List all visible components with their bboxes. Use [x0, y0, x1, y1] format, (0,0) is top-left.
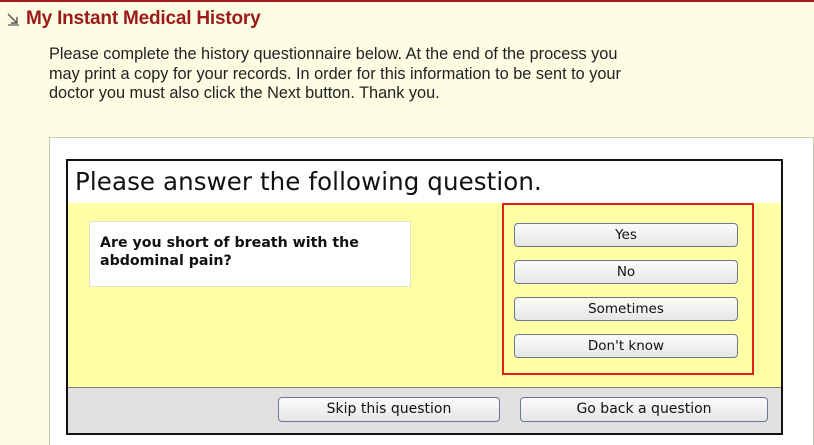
intro-line: may print a copy for your records. In or…	[49, 64, 621, 83]
question-card: Are you short of breath with the abdomin…	[89, 221, 411, 287]
intro-line: Please complete the history questionnair…	[49, 45, 618, 63]
question-box: Please answer the following question. Ar…	[66, 159, 783, 435]
page: My Instant Medical History Please comple…	[0, 0, 814, 445]
answer-yes-button[interactable]: Yes	[514, 223, 738, 247]
top-rule-divider	[0, 0, 814, 2]
answer-options-highlight: Yes No Sometimes Don't know	[502, 203, 754, 375]
section-header: My Instant Medical History	[4, 6, 261, 32]
go-back-button[interactable]: Go back a question	[520, 397, 768, 422]
answer-sometimes-button[interactable]: Sometimes	[514, 297, 738, 321]
intro-line: doctor you must also click the Next butt…	[49, 84, 440, 102]
question-area: Are you short of breath with the abdomin…	[68, 203, 781, 387]
collapse-arrow-icon[interactable]	[4, 10, 22, 28]
section-title: My Instant Medical History	[26, 8, 261, 29]
question-text: Are you short of breath with the abdomin…	[100, 235, 359, 269]
question-heading: Please answer the following question.	[75, 167, 542, 196]
answer-dont-know-button[interactable]: Don't know	[514, 334, 738, 358]
intro-text: Please complete the history questionnair…	[49, 45, 809, 104]
skip-question-button[interactable]: Skip this question	[278, 397, 500, 422]
navigation-bar: Skip this question Go back a question	[68, 387, 781, 433]
answer-no-button[interactable]: No	[514, 260, 738, 284]
